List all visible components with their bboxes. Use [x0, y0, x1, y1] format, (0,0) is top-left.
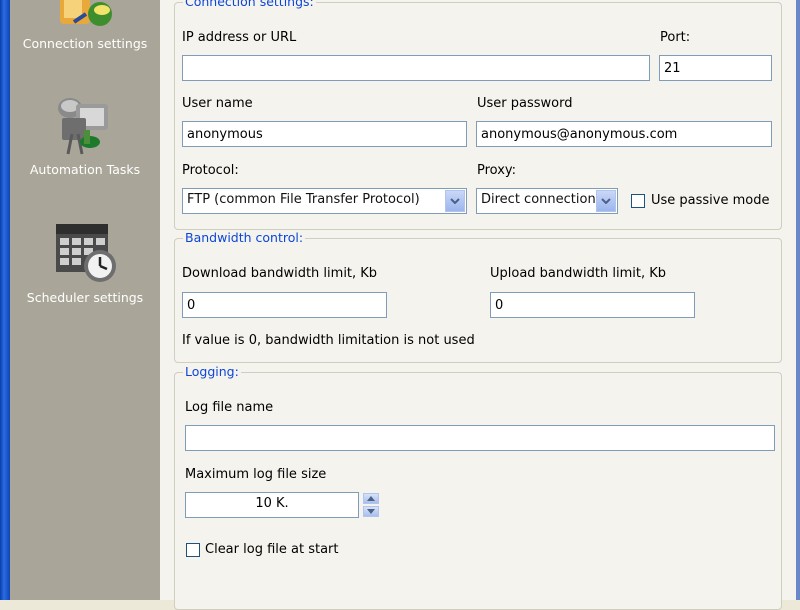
clear-log-label: Clear log file at start — [205, 542, 339, 557]
ip-address-label: IP address or URL — [182, 30, 297, 45]
protocol-label: Protocol: — [182, 163, 239, 178]
spin-down-button[interactable] — [363, 506, 379, 517]
proxy-value: Direct connection — [481, 192, 596, 207]
sidebar-item-label: Scheduler settings — [26, 290, 144, 305]
upload-limit-input[interactable] — [490, 292, 695, 318]
log-file-name-input[interactable] — [185, 425, 775, 451]
user-name-input[interactable] — [182, 121, 467, 147]
connection-icon — [60, 0, 112, 26]
clear-log-checkbox[interactable] — [186, 543, 200, 557]
sidebar-item-label: Connection settings — [22, 36, 148, 51]
chevron-down-icon — [601, 198, 611, 204]
arrow-down-icon — [367, 509, 375, 514]
window-frame-right — [796, 0, 800, 600]
group-legend: Logging: — [183, 364, 241, 379]
dropdown-button[interactable] — [596, 190, 616, 212]
sidebar-item-automation-tasks[interactable]: Automation Tasks — [10, 90, 160, 190]
ip-address-input[interactable] — [182, 55, 650, 81]
passive-mode-label: Use passive mode — [651, 193, 770, 208]
proxy-select[interactable]: Direct connection — [476, 188, 618, 214]
chevron-down-icon — [450, 198, 460, 204]
bandwidth-note: If value is 0, bandwidth limitation is n… — [182, 333, 475, 348]
download-limit-input[interactable] — [182, 292, 387, 318]
sidebar: Connection settings Automation Tasks Sch… — [10, 0, 161, 600]
user-name-label: User name — [182, 96, 253, 111]
window-frame-left — [0, 0, 10, 600]
proxy-label: Proxy: — [477, 163, 517, 178]
max-log-size-input[interactable]: 10 K. — [185, 492, 359, 518]
max-log-size-spinner[interactable] — [363, 493, 379, 517]
settings-panel: Connection settings: IP address or URL P… — [160, 0, 796, 610]
max-log-size-value: 10 K. — [255, 496, 289, 511]
sidebar-item-connection-settings[interactable]: Connection settings — [10, 0, 160, 60]
user-password-input[interactable] — [476, 121, 772, 147]
user-password-label: User password — [477, 96, 573, 111]
arrow-up-icon — [367, 496, 375, 501]
sidebar-item-scheduler-settings[interactable]: Scheduler settings — [10, 218, 160, 318]
port-input[interactable] — [659, 55, 772, 81]
group-legend: Connection settings: — [183, 0, 316, 9]
passive-mode-checkbox[interactable] — [631, 194, 645, 208]
upload-limit-label: Upload bandwidth limit, Kb — [490, 266, 666, 281]
automation-icon — [58, 98, 108, 155]
dropdown-button[interactable] — [445, 190, 465, 212]
log-file-name-label: Log file name — [185, 400, 274, 415]
spin-up-button[interactable] — [363, 493, 379, 504]
protocol-select[interactable]: FTP (common File Transfer Protocol) — [182, 188, 467, 214]
scheduler-icon — [56, 224, 116, 282]
group-legend: Bandwidth control: — [183, 230, 306, 245]
protocol-value: FTP (common File Transfer Protocol) — [187, 192, 420, 207]
sidebar-item-label: Automation Tasks — [29, 162, 141, 177]
download-limit-label: Download bandwidth limit, Kb — [182, 266, 378, 281]
max-log-size-label: Maximum log file size — [185, 467, 327, 482]
port-label: Port: — [660, 30, 691, 45]
